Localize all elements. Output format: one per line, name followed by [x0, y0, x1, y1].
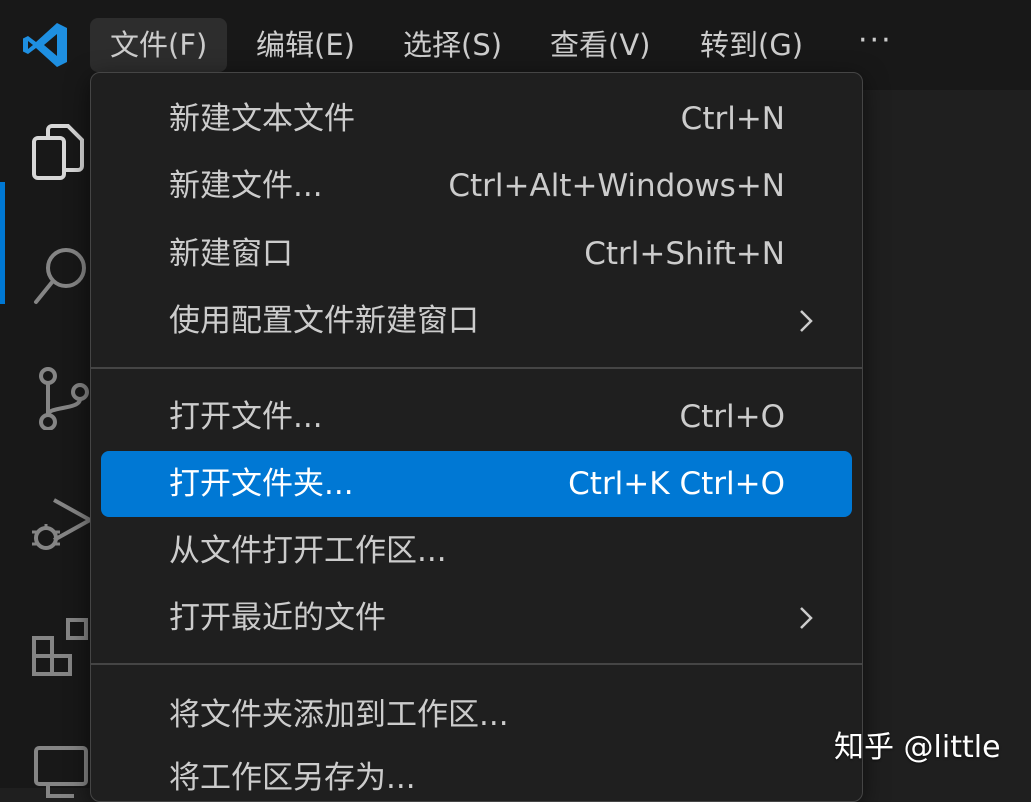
menu-item-label: 使用配置文件新建窗口 [169, 303, 479, 339]
explorer-icon[interactable] [28, 120, 92, 184]
watermark: 知乎 @little [834, 730, 1001, 765]
menu-item-add-folder-to-workspace[interactable]: 将文件夹添加到工作区... [101, 682, 852, 748]
menu-item-open-file[interactable]: 打开文件... Ctrl+O [101, 384, 852, 450]
menu-edit[interactable]: 编辑(E) [236, 18, 375, 72]
menu-item-save-workspace-as[interactable]: 将工作区另存为... [101, 745, 852, 801]
menu-item-shortcut: Ctrl+K Ctrl+O [568, 466, 785, 502]
run-debug-icon[interactable] [28, 490, 92, 554]
vscode-logo-icon [23, 23, 67, 67]
menu-item-open-recent[interactable]: 打开最近的文件 [101, 585, 852, 651]
menu-item-open-folder[interactable]: 打开文件夹... Ctrl+K Ctrl+O [101, 451, 852, 517]
menu-item-open-workspace-from-file[interactable]: 从文件打开工作区... [101, 518, 852, 584]
menu-item-label: 将文件夹添加到工作区... [169, 697, 509, 733]
menu-item-label: 新建文本文件 [169, 101, 355, 137]
menu-item-label: 将工作区另存为... [169, 760, 416, 796]
source-control-icon[interactable] [28, 366, 92, 430]
more-menus-icon[interactable]: ··· [858, 18, 893, 72]
menu-selection[interactable]: 选择(S) [383, 18, 522, 72]
menu-separator [91, 367, 862, 369]
remote-explorer-icon[interactable] [28, 738, 92, 802]
chevron-right-icon [800, 310, 813, 332]
chevron-right-icon [800, 607, 813, 629]
menu-item-new-file[interactable]: 新建文件... Ctrl+Alt+Windows+N [101, 153, 852, 219]
menu-view[interactable]: 查看(V) [530, 18, 670, 72]
file-menu-dropdown: 新建文本文件 Ctrl+N 新建文件... Ctrl+Alt+Windows+N… [90, 72, 863, 802]
menu-item-new-window-with-profile[interactable]: 使用配置文件新建窗口 [101, 288, 852, 354]
extensions-icon[interactable] [28, 614, 92, 678]
menu-item-label: 打开文件夹... [169, 466, 354, 502]
menu-item-label: 从文件打开工作区... [169, 533, 447, 569]
activity-bar [0, 90, 96, 798]
menu-item-shortcut: Ctrl+Alt+Windows+N [448, 168, 785, 204]
menu-separator [91, 663, 862, 665]
menu-item-label: 新建窗口 [169, 236, 293, 272]
search-icon[interactable] [28, 242, 92, 306]
menu-go[interactable]: 转到(G) [680, 18, 823, 72]
menu-item-label: 新建文件... [169, 168, 323, 204]
menu-item-label: 打开文件... [169, 399, 323, 435]
menu-item-shortcut: Ctrl+N [680, 101, 785, 137]
menu-item-new-text-file[interactable]: 新建文本文件 Ctrl+N [101, 86, 852, 152]
menu-item-label: 打开最近的文件 [169, 600, 386, 636]
menu-item-new-window[interactable]: 新建窗口 Ctrl+Shift+N [101, 221, 852, 287]
menu-file[interactable]: 文件(F) [90, 18, 228, 72]
active-indicator [0, 182, 5, 304]
menu-item-shortcut: Ctrl+Shift+N [584, 236, 785, 272]
menu-item-shortcut: Ctrl+O [679, 399, 785, 435]
